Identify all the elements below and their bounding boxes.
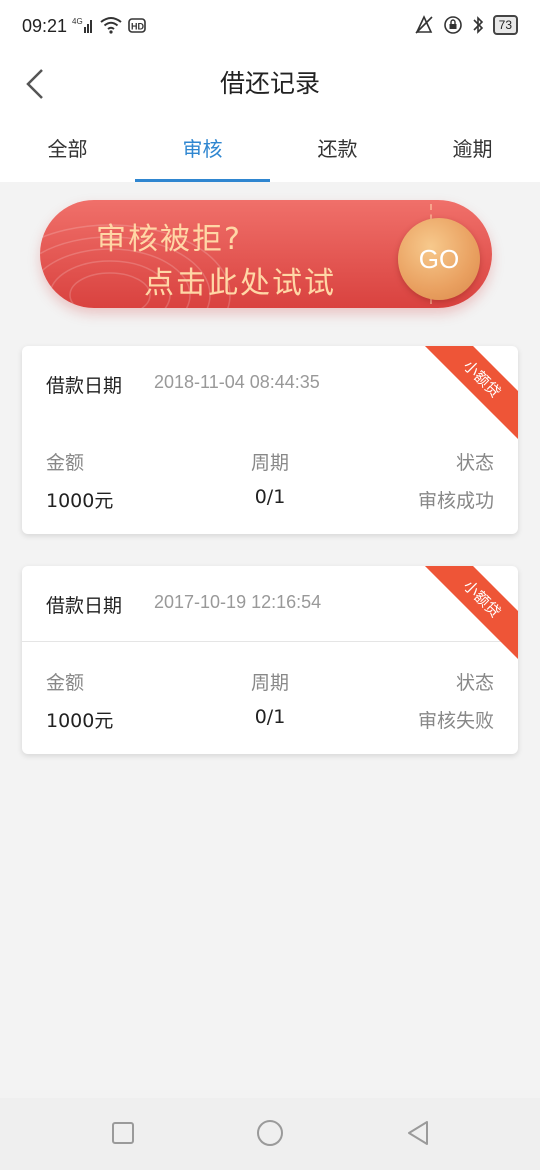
loan-type-tag: 小额贷	[420, 566, 518, 661]
record-labels: 金额 周期 状态	[46, 668, 494, 695]
record-values: 1000元 0/1 审核成功	[46, 486, 494, 513]
status-value: 审核失败	[417, 710, 494, 732]
status-label: 状态	[455, 452, 494, 474]
signal-4g-icon: 4G	[72, 17, 92, 33]
tab-all[interactable]: 全部	[0, 116, 135, 182]
amount-label: 金额	[46, 672, 85, 694]
amount-value: 1000元	[46, 710, 114, 732]
page-title: 借还记录	[219, 69, 320, 98]
status-value: 审核成功	[417, 490, 494, 512]
system-nav-bar	[0, 1098, 540, 1170]
header: 借还记录	[0, 56, 540, 116]
record-values: 1000元 0/1 审核失败	[46, 706, 494, 733]
record-header: 借款日期 2018-11-04 08:44:35 小额贷	[22, 346, 518, 441]
go-button[interactable]: GO	[398, 218, 480, 300]
home-button[interactable]	[257, 1120, 283, 1146]
battery-indicator: 73	[492, 15, 518, 35]
svg-text:HD: HD	[131, 22, 144, 32]
period-label: 周期	[250, 452, 289, 474]
tab-review[interactable]: 审核	[135, 116, 270, 182]
record-card[interactable]: 借款日期 2018-11-04 08:44:35 小额贷 金额 周期 状态 10…	[22, 346, 518, 534]
date-label: 借款日期	[46, 375, 123, 397]
record-labels: 金额 周期 状态	[46, 448, 494, 475]
amount-value: 1000元	[46, 490, 114, 512]
lock-rotation-icon	[443, 16, 462, 34]
bluetooth-icon	[473, 16, 483, 34]
vibrate-icon	[415, 15, 433, 34]
status-icons-right: 73	[413, 15, 518, 35]
record-header: 借款日期 2017-10-19 12:16:54 小额贷	[22, 566, 518, 661]
status-label: 状态	[455, 672, 494, 694]
wifi-icon	[100, 17, 122, 34]
hd-icon: HD	[128, 18, 146, 33]
promo-banner[interactable]: 审核被拒? 点击此处试试 GO	[40, 198, 500, 314]
period-value: 0/1	[254, 486, 286, 508]
tab-bar: 全部 审核 还款 逾期	[0, 116, 540, 182]
status-bar: 09:21 4G HD 73	[0, 0, 540, 56]
tab-overdue[interactable]: 逾期	[405, 116, 540, 182]
status-icons-left: 4G HD	[72, 15, 146, 35]
back-triangle-icon[interactable]	[405, 1120, 431, 1146]
svg-text:4G: 4G	[72, 17, 83, 26]
banner-line1: 审核被拒?	[96, 222, 242, 257]
banner-line2: 点击此处试试	[144, 266, 336, 301]
banner-background: 审核被拒? 点击此处试试 GO	[40, 200, 492, 308]
date-label: 借款日期	[46, 595, 123, 617]
period-value: 0/1	[254, 706, 286, 728]
amount-label: 金额	[46, 452, 85, 474]
period-label: 周期	[250, 672, 289, 694]
loan-type-tag: 小额贷	[420, 346, 518, 441]
record-card[interactable]: 借款日期 2017-10-19 12:16:54 小额贷 金额 周期 状态 10…	[22, 566, 518, 754]
tab-repayment[interactable]: 还款	[270, 116, 405, 182]
status-time: 09:21	[22, 16, 68, 36]
recent-apps-button[interactable]	[112, 1122, 134, 1144]
date-value: 2017-10-19 12:16:54	[154, 592, 322, 612]
date-value: 2018-11-04 08:44:35	[154, 372, 320, 392]
